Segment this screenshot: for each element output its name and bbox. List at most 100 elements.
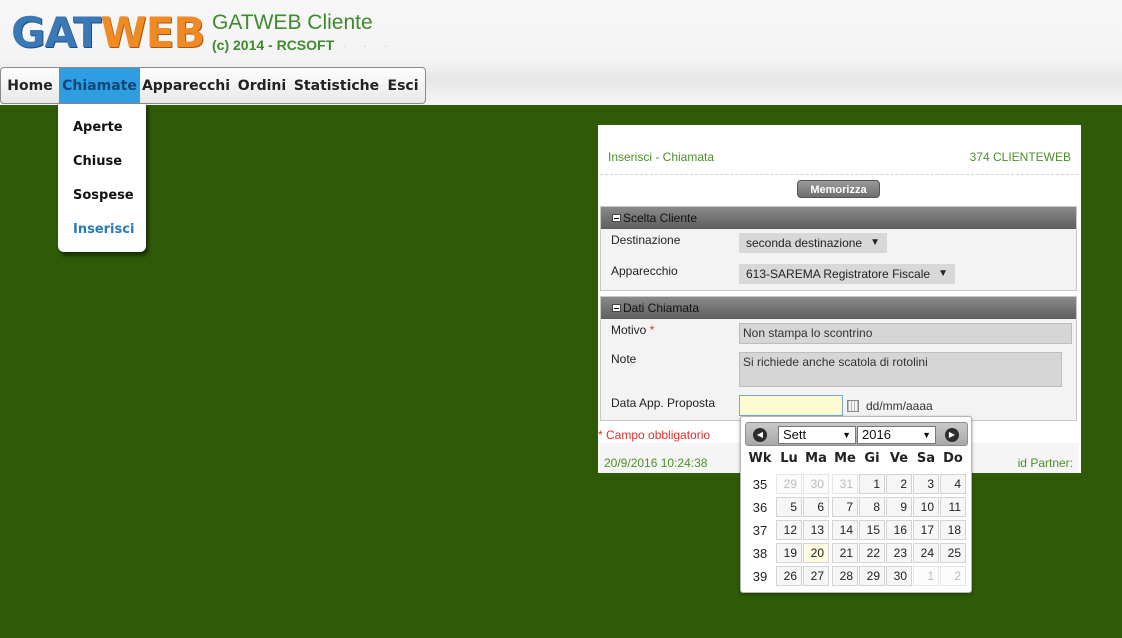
year-select[interactable]: 2016 ▼ — [857, 426, 936, 444]
panel-title: Inserisci - Chiamata — [608, 150, 715, 164]
calendar-day[interactable]: 22 — [859, 543, 885, 563]
section-call: Dati Chiamata Motivo * Non stampa lo sco… — [600, 296, 1077, 421]
month-value: Sett — [783, 427, 807, 442]
calendar-day[interactable]: 29 — [859, 566, 885, 586]
calendar-day[interactable]: 4 — [940, 474, 966, 494]
section-call-header[interactable]: Dati Chiamata — [601, 297, 1076, 319]
collapse-icon[interactable] — [612, 304, 621, 312]
calendar-day[interactable]: 19 — [776, 543, 802, 563]
weekday-header: Lu — [780, 451, 798, 466]
destinazione-label: Destinazione — [611, 233, 681, 247]
chiamate-submenu: Aperte Chiuse Sospese Inserisci — [58, 104, 146, 252]
weekday-header: Sa — [916, 451, 936, 466]
menu-ordini[interactable]: Ordini — [232, 68, 292, 103]
calendar-day[interactable]: 10 — [913, 497, 939, 517]
prev-month-icon[interactable]: ◀ — [753, 428, 767, 442]
week-number: 36 — [752, 500, 768, 515]
destinazione-select[interactable]: seconda destinazione ▼ — [739, 233, 887, 253]
calendar-day[interactable]: 23 — [886, 543, 912, 563]
decorative-dots: · · · — [342, 37, 394, 53]
calendar-day[interactable]: 11 — [940, 497, 966, 517]
weekday-header: Ve — [889, 451, 909, 466]
submenu-aperte[interactable]: Aperte — [73, 120, 123, 135]
calendar-day[interactable]: 26 — [776, 566, 802, 586]
motivo-label-text: Motivo — [611, 323, 647, 337]
calendar-day[interactable]: 8 — [859, 497, 885, 517]
submenu-inserisci[interactable]: Inserisci — [73, 222, 134, 237]
calendar-day[interactable]: 2 — [940, 566, 966, 586]
weekday-header: Do — [943, 451, 963, 466]
section-client-header[interactable]: Scelta Cliente — [601, 207, 1076, 229]
calendar-day[interactable]: 5 — [776, 497, 802, 517]
main-menu: Home Chiamate Apparecchi Ordini Statisti… — [0, 67, 426, 104]
menu-chiamate[interactable]: Chiamate — [59, 68, 140, 103]
apparecchio-value: 613-SAREMA Registratore Fiscale — [746, 267, 931, 281]
section-client-title: Scelta Cliente — [623, 211, 698, 225]
destinazione-value: seconda destinazione — [746, 236, 863, 250]
calendar-day[interactable]: 27 — [803, 566, 829, 586]
date-label: Data App. Proposta — [611, 396, 716, 410]
calendar-day[interactable]: 31 — [832, 474, 858, 494]
dropdown-arrow-icon: ▼ — [922, 430, 931, 440]
week-number: 38 — [752, 546, 768, 561]
app-title: GATWEB Cliente — [212, 11, 373, 34]
calendar-day[interactable]: 13 — [803, 520, 829, 540]
logo-gat: GAT — [11, 8, 101, 57]
calendar-day[interactable]: 20 — [803, 543, 829, 563]
logo-web: WEB — [100, 8, 205, 57]
menu-esci[interactable]: Esci — [381, 68, 425, 103]
collapse-icon[interactable] — [612, 214, 621, 222]
dropdown-arrow-icon: ▼ — [870, 237, 880, 248]
calendar-day[interactable]: 2 — [886, 474, 912, 494]
calendar-day[interactable]: 25 — [940, 543, 966, 563]
note-label: Note — [611, 352, 637, 366]
calendar-day[interactable]: 18 — [940, 520, 966, 540]
month-select[interactable]: Sett ▼ — [778, 426, 856, 444]
note-textarea[interactable]: Si richiede anche scatola di rotolini — [739, 352, 1062, 387]
date-input[interactable] — [739, 395, 843, 416]
submenu-chiuse[interactable]: Chiuse — [73, 154, 122, 169]
calendar-day[interactable]: 15 — [859, 520, 885, 540]
calendar-day[interactable]: 1 — [913, 566, 939, 586]
motivo-input[interactable]: Non stampa lo scontrino — [739, 323, 1072, 344]
motivo-label: Motivo * — [611, 323, 654, 337]
date-format-hint: dd/mm/aaaa — [866, 399, 933, 413]
client-name: 374 CLIENTEWEB — [969, 150, 1071, 164]
submenu-sospese[interactable]: Sospese — [73, 188, 134, 203]
calendar-day[interactable]: 29 — [776, 474, 802, 494]
calendar-day[interactable]: 12 — [776, 520, 802, 540]
app-subtitle: (c) 2014 - RCSOFT · · · — [212, 37, 394, 53]
datepicker-header: ◀ Sett ▼ 2016 ▼ ▶ — [745, 422, 968, 446]
calendar-day[interactable]: 7 — [832, 497, 858, 517]
gatweb-logo: GATWEB — [11, 8, 205, 57]
menu-home[interactable]: Home — [1, 68, 59, 103]
calendar-day[interactable]: 30 — [803, 474, 829, 494]
calendar-day[interactable]: 30 — [886, 566, 912, 586]
required-asterisk: * — [649, 323, 655, 337]
calendar-day[interactable]: 1 — [859, 474, 885, 494]
calendar-day[interactable]: 16 — [886, 520, 912, 540]
calendar-day[interactable]: 14 — [832, 520, 858, 540]
save-button[interactable]: Memorizza — [797, 180, 880, 198]
calendar-day[interactable]: 21 — [832, 543, 858, 563]
menu-apparecchi[interactable]: Apparecchi — [140, 68, 232, 103]
calendar-day[interactable]: 17 — [913, 520, 939, 540]
calendar-icon[interactable] — [847, 400, 859, 412]
menu-statistiche[interactable]: Statistiche — [292, 68, 381, 103]
calendar-day[interactable]: 3 — [913, 474, 939, 494]
calendar-day[interactable]: 9 — [886, 497, 912, 517]
weekday-header: Gi — [864, 451, 880, 466]
section-client: Scelta Cliente Destinazione seconda dest… — [600, 206, 1077, 291]
dropdown-arrow-icon: ▼ — [842, 430, 851, 440]
copyright-text: (c) 2014 - RCSOFT — [212, 37, 335, 53]
calendar-day[interactable]: 6 — [803, 497, 829, 517]
week-number: 37 — [752, 523, 768, 538]
apparecchio-select[interactable]: 613-SAREMA Registratore Fiscale ▼ — [739, 264, 955, 284]
divider — [600, 174, 1079, 175]
datepicker-popup: ◀ Sett ▼ 2016 ▼ ▶ Wk Lu Ma Me Gi Ve Sa Do 35 29 30… — [740, 416, 972, 593]
calendar-day[interactable]: 24 — [913, 543, 939, 563]
calendar-day[interactable]: 28 — [832, 566, 858, 586]
year-value: 2016 — [862, 427, 891, 442]
dropdown-arrow-icon: ▼ — [938, 268, 948, 279]
next-month-icon[interactable]: ▶ — [945, 428, 959, 442]
